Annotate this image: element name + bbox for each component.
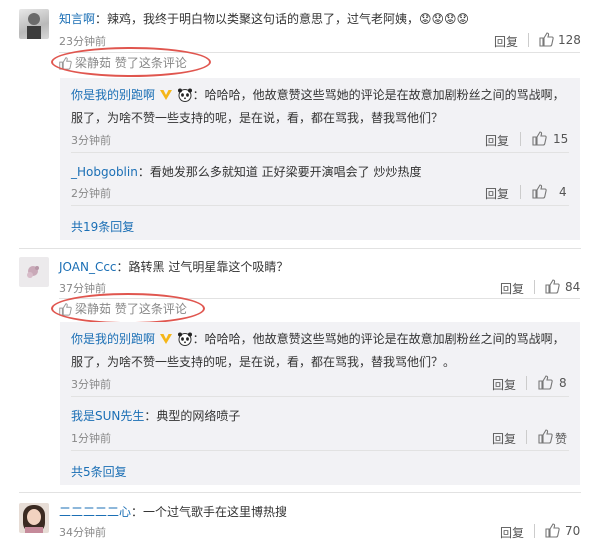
reply-list: 你是我的别跑啊 ：哈哈哈，他故意赞这些骂她的评论是在故意加剧粉丝之间的骂战啊， … [60, 322, 580, 485]
divider [19, 248, 581, 249]
like-count: 8 [559, 376, 567, 390]
user-avatar-icon [27, 266, 39, 278]
like-button[interactable] [537, 428, 553, 444]
comment-username[interactable]: 知言啊 [59, 12, 95, 26]
divider [71, 396, 569, 397]
comment-time: 23分钟前 [59, 35, 106, 48]
comment-body: ：路转黑 过气明星靠这个吸睛？ [116, 260, 289, 274]
divider [19, 492, 581, 493]
reply-text: 你是我的别跑啊 ：哈哈哈，他故意赞这些骂她的评论是在故意加剧粉丝之间的骂战啊， [71, 330, 565, 347]
reply-text: _Hobgoblin：看她发那么多就知道 正好梁要开演唱会了 炒炒热度 [71, 163, 421, 180]
reply-time: 2分钟前 [71, 187, 111, 200]
reply-body: ：典型的网络喷子 [144, 409, 241, 423]
panda-emoji-icon [177, 88, 193, 102]
reply-button[interactable]: 回复 [500, 280, 524, 297]
view-more-replies-link[interactable]: 共5条回复 [71, 463, 127, 480]
thumbs-up-icon [538, 429, 553, 444]
like-count: 4 [559, 185, 567, 199]
thumbs-up-icon [538, 375, 553, 390]
like-count: 15 [553, 132, 569, 146]
reply-button[interactable]: 回复 [485, 132, 509, 149]
like-count: 70 [565, 524, 581, 538]
like-button[interactable] [544, 278, 560, 294]
divider [526, 430, 527, 444]
avatar[interactable] [19, 503, 49, 533]
comment-body: ：一个过气歌手在这里博热搜 [131, 505, 288, 519]
reply-list: 你是我的别跑啊 ：哈哈哈，他故意赞这些骂她的评论是在故意加剧粉丝之间的骂战啊， … [60, 78, 580, 240]
comment-time: 34分钟前 [59, 526, 106, 539]
divider [526, 376, 527, 390]
comment-username[interactable]: 二二二二二心 [59, 505, 131, 519]
divider [71, 450, 569, 451]
thumbs-up-icon [545, 523, 560, 538]
divider [71, 152, 569, 153]
thumbs-up-icon [539, 32, 554, 47]
reply-username[interactable]: 你是我的别跑啊 [71, 88, 155, 102]
thumbs-up-icon [545, 279, 560, 294]
comment-body: ：辣鸡，我终于明白物以类聚这句话的意思了，过气老阿姨，😟😟😟😟 [95, 12, 470, 26]
reply-button[interactable]: 回复 [492, 430, 516, 447]
reply-body-line2: 服了，为啥不赞一些支持的呢，是在说，看，都在骂我，替我骂他们？ [71, 111, 444, 125]
reply-body-line2: 服了，为啥不赞一些支持的呢，是在说，看，都在骂我，替我骂他们？。 [71, 355, 456, 369]
comment-text: 知言啊：辣鸡，我终于明白物以类聚这句话的意思了，过气老阿姨，😟😟😟😟 [59, 10, 469, 27]
verified-badge-icon [159, 333, 173, 345]
like-button[interactable] [544, 522, 560, 538]
divider [520, 185, 521, 199]
like-button[interactable] [531, 183, 547, 199]
divider [520, 132, 521, 146]
reply-time: 3分钟前 [71, 378, 111, 391]
reply-button[interactable]: 回复 [500, 524, 524, 541]
divider [534, 524, 535, 538]
user-avatar-icon [27, 13, 41, 39]
divider [534, 280, 535, 294]
reply-body: ：哈哈哈，他故意赞这些骂她的评论是在故意加剧粉丝之间的骂战啊， [192, 88, 565, 102]
reply-username[interactable]: 你是我的别跑啊 [71, 332, 155, 346]
like-button[interactable] [531, 130, 547, 146]
thumbs-up-icon [532, 184, 547, 199]
avatar[interactable] [19, 257, 49, 287]
reply-time: 3分钟前 [71, 134, 111, 147]
view-more-replies-link[interactable]: 共19条回复 [71, 218, 134, 235]
like-count: 84 [565, 280, 581, 294]
like-count: 128 [558, 33, 581, 47]
reply-button[interactable]: 回复 [492, 376, 516, 393]
like-button[interactable] [538, 31, 554, 47]
reply-text: 你是我的别跑啊 ：哈哈哈，他故意赞这些骂她的评论是在故意加剧粉丝之间的骂战啊， [71, 86, 565, 103]
reply-text: 我是SUN先生：典型的网络喷子 [71, 407, 240, 424]
like-count: 赞 [555, 432, 568, 446]
user-avatar-icon [23, 505, 45, 533]
reply-body: ：看她发那么多就知道 正好梁要开演唱会了 炒炒热度 [137, 165, 422, 179]
verified-badge-icon [159, 89, 173, 101]
comment-text: 二二二二二心：一个过气歌手在这里博热搜 [59, 503, 287, 520]
thumbs-up-icon [532, 131, 547, 146]
comment-text: JOAN_Ccc：路转黑 过气明星靠这个吸睛？ [59, 258, 288, 275]
reply-username[interactable]: 我是SUN先生 [71, 409, 144, 423]
divider [528, 33, 529, 47]
comment-username[interactable]: JOAN_Ccc [59, 260, 117, 274]
like-button[interactable] [537, 374, 553, 390]
panda-emoji-icon [177, 332, 193, 346]
highlight-circle [51, 293, 205, 324]
reply-time: 1分钟前 [71, 432, 111, 445]
reply-body: ：哈哈哈，他故意赞这些骂她的评论是在故意加剧粉丝之间的骂战啊， [192, 332, 565, 346]
reply-button[interactable]: 回复 [485, 185, 509, 202]
reply-username[interactable]: _Hobgoblin [71, 165, 138, 179]
highlight-circle [51, 47, 211, 77]
avatar[interactable] [19, 9, 49, 39]
divider [71, 205, 569, 206]
reply-button[interactable]: 回复 [494, 33, 518, 50]
